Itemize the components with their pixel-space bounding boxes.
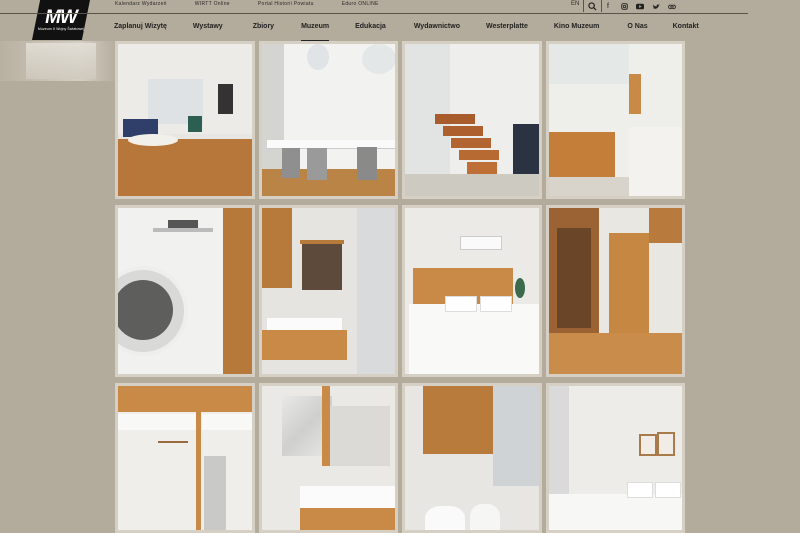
photo-staircase[interactable] — [402, 41, 542, 199]
twitter-icon[interactable] — [651, 1, 661, 11]
nav-item-collections[interactable]: Zbiory — [253, 23, 274, 35]
header-divider — [0, 13, 748, 14]
search-icon — [588, 1, 597, 11]
logo-subtitle: Muzeum II Wojny Światowej — [37, 26, 85, 31]
facebook-icon[interactable]: f — [603, 1, 613, 11]
photo-marble-bathroom[interactable] — [259, 383, 398, 533]
utility-link-eduro[interactable]: Eduro ONLINE — [342, 1, 379, 11]
photo-kitchen[interactable] — [546, 41, 685, 199]
photo-closet[interactable] — [115, 383, 255, 533]
utility-link-portal[interactable]: Portal Historii Powiatu — [258, 1, 314, 11]
nav-item-westerplatte[interactable]: Westerplatte — [486, 23, 528, 35]
nav-item-museum[interactable]: Muzeum — [301, 23, 330, 42]
main-nav: Zaplanuj Wizytę Wystawy Zbiory Muzeum Ed… — [114, 23, 699, 42]
search-button[interactable] — [583, 0, 602, 12]
photo-bedroom[interactable] — [402, 205, 542, 377]
nav-item-education[interactable]: Edukacja — [355, 23, 386, 35]
background-photo — [0, 41, 115, 81]
photo-hallway-wardrobe[interactable] — [546, 205, 685, 377]
photo-toilet-shower[interactable] — [402, 383, 542, 533]
social-links: f — [603, 1, 677, 11]
photo-dining-table[interactable] — [259, 41, 398, 199]
nav-item-contact[interactable]: Kontakt — [673, 23, 699, 35]
museum-logo[interactable]: MW Muzeum II Wojny Światowej — [32, 0, 90, 40]
language-switch[interactable]: EN — [571, 1, 579, 7]
utility-links: Kalendarz Wydarzeń WIRTT Online Portal H… — [115, 1, 379, 11]
photo-living-room[interactable] — [115, 41, 255, 199]
nav-item-about[interactable]: O Nas — [627, 23, 647, 35]
youtube-icon[interactable] — [635, 1, 645, 11]
utility-link-calendar[interactable]: Kalendarz Wydarzeń — [115, 1, 167, 11]
logo-mark: MW — [45, 6, 78, 28]
instagram-icon[interactable] — [619, 1, 629, 11]
utility-link-wirtt[interactable]: WIRTT Online — [195, 1, 230, 11]
photo-bathroom-sink[interactable] — [259, 205, 398, 377]
tripadvisor-icon[interactable] — [667, 1, 677, 11]
nav-item-cinema[interactable]: Kino Muzeum — [554, 23, 600, 35]
nav-item-publishing[interactable]: Wydawnictwo — [414, 23, 460, 35]
photo-bedroom-paintings[interactable] — [546, 383, 685, 533]
photo-washing-machine[interactable] — [115, 205, 255, 377]
nav-item-plan-visit[interactable]: Zaplanuj Wizytę — [114, 23, 167, 35]
nav-item-exhibitions[interactable]: Wystawy — [193, 23, 223, 35]
